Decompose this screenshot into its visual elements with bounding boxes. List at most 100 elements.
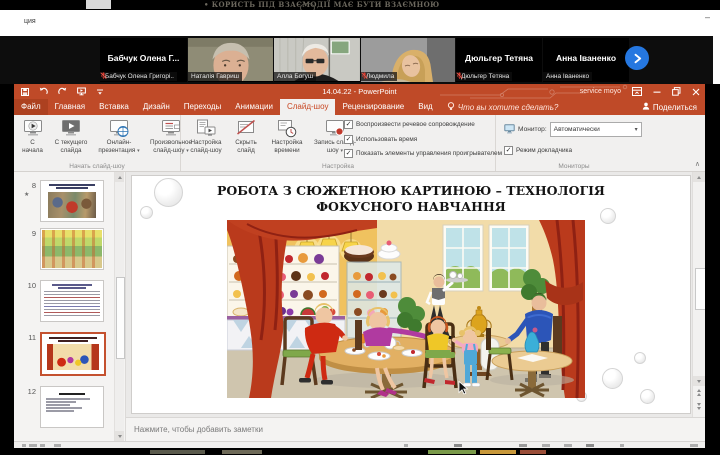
background-slide-text: • КОРИСТЬ ПІД ВЗАЄМОДІЇ МАЄ БУТИ ВЗАЄМНО… <box>204 0 440 9</box>
scroll-down-icon[interactable] <box>693 376 705 386</box>
setup-button-1[interactable]: Скрыть слайд <box>228 117 264 156</box>
background-fragment <box>520 450 546 454</box>
tab-3[interactable]: Дизайн <box>136 99 177 115</box>
tab-1[interactable]: Главная <box>48 99 92 115</box>
thumbnail-preview <box>40 332 106 376</box>
background-window-fragment <box>86 0 111 9</box>
screenshot-root: • КОРИСТЬ ПІД ВЗАЄМОДІЇ МАЄ БУТИ ВЗАЄМНО… <box>0 0 720 455</box>
status-bar <box>14 441 705 448</box>
chevron-down-icon: ▾ <box>137 147 140 154</box>
participant-tile[interactable]: Дюльгер Тетяна Дюльгер Тетяна <box>456 38 542 82</box>
tab-5[interactable]: Анимации <box>228 99 280 115</box>
monitor-dropdown[interactable]: Автоматически ▾ <box>549 122 642 137</box>
chevron-down-icon: ▾ <box>340 147 343 154</box>
previous-slide-button[interactable] <box>693 388 705 397</box>
scrollbar-thumb[interactable] <box>116 277 125 359</box>
scroll-up-icon[interactable] <box>693 172 705 182</box>
group-label: Мониторы <box>558 163 590 170</box>
slide-editor-area: РОБОТА З СЮЖЕТНОЮ КАРТИНОЮ – ТЕХНОЛОГІЯ … <box>126 172 705 417</box>
hide-slide-icon <box>230 118 262 138</box>
monitor-label: Монитор: <box>518 126 547 133</box>
slide-thumbnail-11[interactable]: 11 <box>28 332 106 376</box>
tab-7[interactable]: Рецензирование <box>335 99 411 115</box>
checkbox-icon[interactable]: ✓ <box>504 146 513 155</box>
participant-label: Дюльгер Тетяна <box>456 72 513 81</box>
checkbox-option[interactable]: ✓ Использовать время <box>344 134 502 144</box>
thumbnail-preview <box>40 386 104 428</box>
ribbon: С начала С текущего слайда Онлайн-презента… <box>14 115 705 172</box>
scroll-down-icon[interactable] <box>115 431 124 441</box>
participant-tile[interactable]: Наталія Гавриш <box>188 38 273 82</box>
notes-placeholder: Нажмите, чтобы добавить заметки <box>134 425 263 434</box>
share-button[interactable]: Поделиться <box>634 99 705 115</box>
background-fragment <box>222 450 262 454</box>
account-name[interactable]: service moyo <box>580 88 621 95</box>
slide-number: 12 <box>27 387 36 396</box>
slide-canvas[interactable]: РОБОТА З СЮЖЕТНОЮ КАРТИНОЮ – ТЕХНОЛОГІЯ … <box>131 175 691 414</box>
bubble-decoration <box>634 352 646 364</box>
checkbox-icon[interactable]: ✓ <box>344 120 353 129</box>
tab-0[interactable]: Файл <box>14 99 48 115</box>
start-slideshow-button-0[interactable]: С начала <box>17 117 48 156</box>
tell-me-box[interactable]: Что вы хотите сделать? <box>440 99 566 115</box>
participant-label: Наталія Гавриш <box>188 72 242 81</box>
ribbon-group-monitors: Монитор: Автоматически ▾ ✓ Режим докладчи… <box>496 115 652 171</box>
bubble-decoration <box>602 368 623 389</box>
powerpoint-titlebar: 14.04.22 - PowerPoint service moyo <box>14 84 705 99</box>
person-icon <box>642 102 650 112</box>
participant-tile[interactable]: Людмила <box>361 38 455 82</box>
editor-scrollbar[interactable] <box>692 172 705 417</box>
chevron-down-icon: ▾ <box>634 127 638 133</box>
scroll-up-icon[interactable] <box>115 172 124 182</box>
monitor-small-icon <box>504 123 515 136</box>
checkbox-option[interactable]: ✓ Воспроизвести речевое сопровождение <box>344 120 502 129</box>
checkbox-icon[interactable]: ✓ <box>344 149 353 158</box>
tab-2[interactable]: Вставка <box>92 99 136 115</box>
mouse-cursor <box>458 381 469 395</box>
slide-thumbnail-panel: 8 ★ 9 10 11 12 <box>14 172 126 441</box>
participant-tile[interactable]: Бабчук Олена Г... Бабчук Олена Григорі.. <box>100 38 187 82</box>
setup-button-0[interactable]: Настройка слайд-шоу <box>184 117 228 156</box>
slide-thumbnail-10[interactable]: 10 <box>28 280 106 322</box>
tab-8[interactable]: Вид <box>411 99 439 115</box>
checkbox-option[interactable]: ✓ Режим докладчика <box>504 146 572 155</box>
slide-thumbnail-9[interactable]: 9 <box>32 228 106 270</box>
thumbnail-preview <box>40 280 104 322</box>
meeting-app-titlebar: ция – <box>0 10 720 36</box>
checkbox-option[interactable]: ✓ Показать элементы управления проигрыват… <box>344 149 502 158</box>
slide-number: 11 <box>28 333 36 342</box>
checkbox-icon[interactable]: ✓ <box>344 134 353 144</box>
slide-title-text[interactable]: РОБОТА З СЮЖЕТНОЮ КАРТИНОЮ – ТЕХНОЛОГІЯ … <box>177 183 645 216</box>
thumbnail-preview <box>40 180 104 222</box>
from-current-slide-icon <box>50 118 92 138</box>
participant-label: Людмила <box>361 72 398 81</box>
tab-4[interactable]: Переходы <box>177 99 229 115</box>
scrollbar-thumb[interactable] <box>694 268 705 310</box>
slide-thumbnail-12[interactable]: 12 <box>28 386 106 428</box>
thumbnail-scrollbar[interactable] <box>114 172 125 441</box>
animation-star-icon: ★ <box>24 192 30 198</box>
notes-pane[interactable]: Нажмите, чтобы добавить заметки <box>126 417 705 442</box>
ribbon-group-setup: Настройка слайд-шоу Скрыть слайд Настройка… <box>181 115 502 171</box>
bubble-decoration <box>640 389 655 404</box>
cafe-family-scene-illustration <box>227 220 585 398</box>
next-participants-button[interactable] <box>625 46 649 70</box>
setup-button-2[interactable]: Настройка времени <box>264 117 310 156</box>
start-slideshow-button-1[interactable]: С текущего слайда <box>48 117 94 156</box>
background-fragment <box>428 450 476 454</box>
next-slide-button[interactable] <box>693 402 705 411</box>
tab-active-6[interactable]: Слайд-шоу <box>279 99 336 115</box>
minimize-icon[interactable]: – <box>705 12 710 22</box>
participant-label: Анна Іваненко <box>543 72 593 81</box>
participant-tile[interactable]: Алла Богуш <box>274 38 360 82</box>
background-fragment <box>480 450 516 454</box>
window-edge-sliver <box>713 36 720 84</box>
powerpoint-window: 14.04.22 - PowerPoint service moyo Файл Г… <box>14 84 705 448</box>
participant-tile[interactable]: Анна Іваненко Анна Іваненко <box>543 38 629 82</box>
start-slideshow-button-2[interactable]: Онлайн-презентация ▾ <box>94 117 144 156</box>
slide-thumbnail-8[interactable]: 8 ★ <box>24 180 106 222</box>
rehearse-timings-icon <box>266 118 308 138</box>
collapse-ribbon-icon[interactable]: ∧ <box>695 160 700 168</box>
online-presentation-icon <box>96 118 142 138</box>
meeting-app-title: ция <box>24 18 36 25</box>
